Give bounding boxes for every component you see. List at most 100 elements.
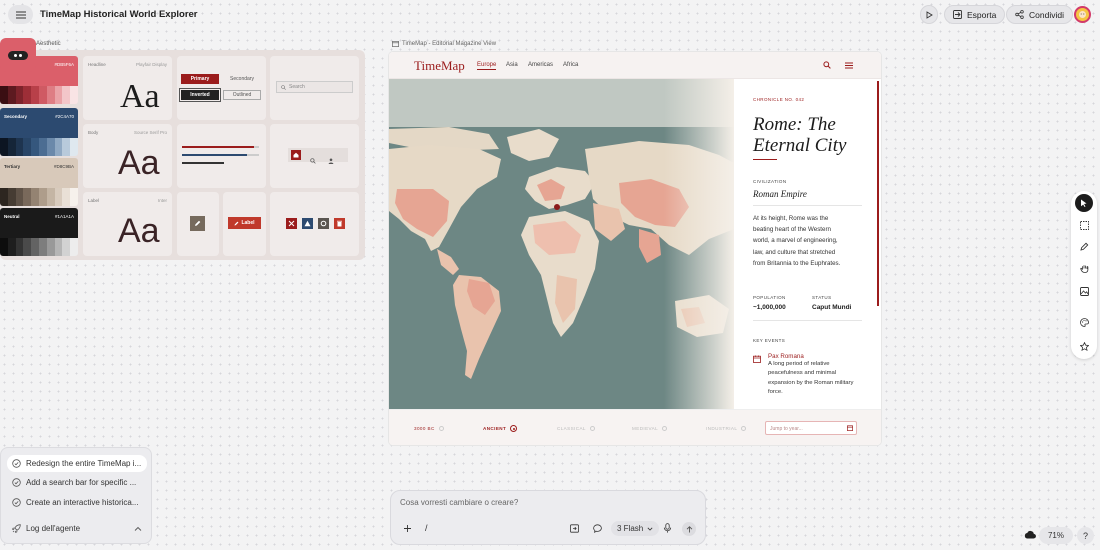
agent-task[interactable]: Create an interactive historica... xyxy=(7,494,147,511)
type-card-label[interactable]: Label Inter Aa xyxy=(83,192,172,256)
settings-icon[interactable] xyxy=(318,218,329,229)
help-button[interactable]: ? xyxy=(1077,527,1094,544)
frame-tool[interactable] xyxy=(1075,216,1093,234)
chronicle-label: CHRONICLE NO. 042 xyxy=(753,97,805,102)
era-dot xyxy=(662,426,668,431)
ramp-step xyxy=(46,138,55,156)
tools-icon[interactable] xyxy=(286,218,297,229)
favorite-tool[interactable] xyxy=(1075,337,1093,355)
plus-icon[interactable] xyxy=(403,524,412,533)
search-card: Search xyxy=(270,56,359,120)
world-map[interactable] xyxy=(389,79,734,409)
swatch-tertiary[interactable]: Tertiary #D8C9BA xyxy=(0,158,78,206)
swatch-secondary-ramp xyxy=(0,138,78,156)
slash-command[interactable]: / xyxy=(425,523,428,533)
share-icon xyxy=(1015,10,1024,19)
nav-europe[interactable]: Europe xyxy=(477,62,497,70)
inverted-button-sample[interactable]: Inverted xyxy=(179,88,221,102)
pen-tool[interactable] xyxy=(1075,237,1093,255)
share-button[interactable]: Condividi xyxy=(1006,5,1073,24)
icons-card xyxy=(270,124,359,188)
design-system-label: Aesthetic xyxy=(36,41,61,47)
ramp-step xyxy=(15,138,24,156)
type-sample-body: Aa xyxy=(118,144,160,182)
agent-task-label: Add a search bar for specific ... xyxy=(26,478,137,487)
agent-task[interactable]: Add a search bar for specific ... xyxy=(7,474,147,491)
zoom-level[interactable]: 71% xyxy=(1039,527,1073,544)
type-font-headline: Playfair Display xyxy=(135,62,167,67)
ramp-step xyxy=(38,138,47,156)
send-button[interactable] xyxy=(682,522,696,536)
chat-input[interactable]: Cosa vorresti cambiare o creare? / 3 Fla… xyxy=(390,490,706,545)
delete-icon[interactable] xyxy=(334,218,345,229)
era-timeline: 3000 BC ANCIENT CLASSICAL MEDIEVAL INDUS… xyxy=(389,409,881,445)
type-card-body[interactable]: Body Source Serif Pro Aa xyxy=(83,124,172,188)
hamburger-icon[interactable] xyxy=(845,62,853,69)
timemap-logo[interactable]: TimeMap xyxy=(414,58,465,74)
attach-screen-icon[interactable] xyxy=(570,524,579,533)
ramp-step xyxy=(31,86,39,104)
era-3000bc[interactable]: 3000 BC xyxy=(414,426,444,431)
status-value: Caput Mundi xyxy=(812,304,852,311)
swatch-primary-hex: #DB5F6A xyxy=(54,62,74,67)
nav-africa[interactable]: Africa xyxy=(563,62,578,68)
era-industrial[interactable]: INDUSTRIAL xyxy=(706,426,747,431)
label-button-sample[interactable]: Label xyxy=(228,217,261,229)
chat-bubble-icon[interactable] xyxy=(593,524,602,533)
swatch-neutral[interactable]: Neutral #1A1A1A xyxy=(0,208,78,256)
swatch-primary-ramp xyxy=(0,86,78,104)
event-desc-line: expansion by the Roman military xyxy=(768,379,854,386)
civ-label: CIVILIZATION xyxy=(753,179,787,184)
search-icon[interactable] xyxy=(823,61,831,69)
era-classical[interactable]: CLASSICAL xyxy=(557,426,595,431)
ramp-step xyxy=(15,188,24,206)
swatch-neutral-name: Neutral xyxy=(4,214,20,219)
ramp-step xyxy=(62,138,71,156)
model-selector[interactable]: 3 Flash xyxy=(611,521,660,536)
user-icon[interactable] xyxy=(328,151,334,169)
secondary-button-sample[interactable]: Secondary xyxy=(223,74,261,84)
swatch-secondary[interactable]: Secondary #2C4A70 xyxy=(0,108,78,156)
primary-button-sample[interactable]: Primary xyxy=(181,74,219,84)
swatch-tertiary-hex: #D8C9BA xyxy=(53,164,74,169)
nav-asia[interactable]: Asia xyxy=(506,62,518,68)
agent-log-toggle[interactable]: Log dell'agente xyxy=(7,520,147,537)
palette-icon xyxy=(1079,317,1089,327)
description-line: world, a marvel of engineering, xyxy=(753,237,838,245)
ramp-step xyxy=(54,138,63,156)
era-ancient[interactable]: ANCIENT xyxy=(483,425,518,432)
select-tool[interactable] xyxy=(1075,194,1093,212)
detail-accent-bar xyxy=(877,81,879,306)
export-button[interactable]: Esporta xyxy=(944,5,1006,24)
warning-icon[interactable] xyxy=(302,218,313,229)
home-icon[interactable] xyxy=(291,150,301,160)
ramp-step xyxy=(38,188,47,206)
detail-title-line1: Rome: The xyxy=(753,114,836,135)
era-medieval[interactable]: MEDIEVAL xyxy=(632,426,668,431)
map-fade xyxy=(664,79,734,409)
era-label: CLASSICAL xyxy=(557,426,586,431)
cloud-sync-icon[interactable] xyxy=(1024,530,1036,540)
frame-icon xyxy=(392,41,399,47)
nav-americas[interactable]: Americas xyxy=(528,62,553,68)
image-tool[interactable] xyxy=(1075,282,1093,300)
user-avatar[interactable] xyxy=(1074,6,1091,23)
menu-button[interactable] xyxy=(8,5,33,24)
design-system-toggle[interactable] xyxy=(0,38,36,72)
jump-to-year-input[interactable]: Jump to year... xyxy=(765,421,857,435)
hand-tool[interactable] xyxy=(1075,259,1093,277)
microphone-sparkle-icon[interactable] xyxy=(663,523,672,533)
design-system-panel: #DB5F6A Secondary #2C4A70 Tertiary #D8C9… xyxy=(0,50,365,260)
search-small-icon[interactable] xyxy=(310,151,316,169)
type-card-headline[interactable]: Headline Playfair Display Aa xyxy=(83,56,172,120)
search-input-sample[interactable]: Search xyxy=(276,81,353,93)
ramp-step xyxy=(23,188,32,206)
star-icon xyxy=(1079,341,1089,351)
agent-task[interactable]: Redesign the entire TimeMap i... xyxy=(7,455,147,472)
event-title[interactable]: Pax Romana xyxy=(768,353,804,360)
play-button[interactable] xyxy=(920,5,938,24)
palette-tool[interactable] xyxy=(1075,313,1093,331)
outlined-button-sample[interactable]: Outlined xyxy=(223,90,261,100)
pencil-icon[interactable] xyxy=(190,216,205,231)
share-label: Condividi xyxy=(1029,9,1064,20)
